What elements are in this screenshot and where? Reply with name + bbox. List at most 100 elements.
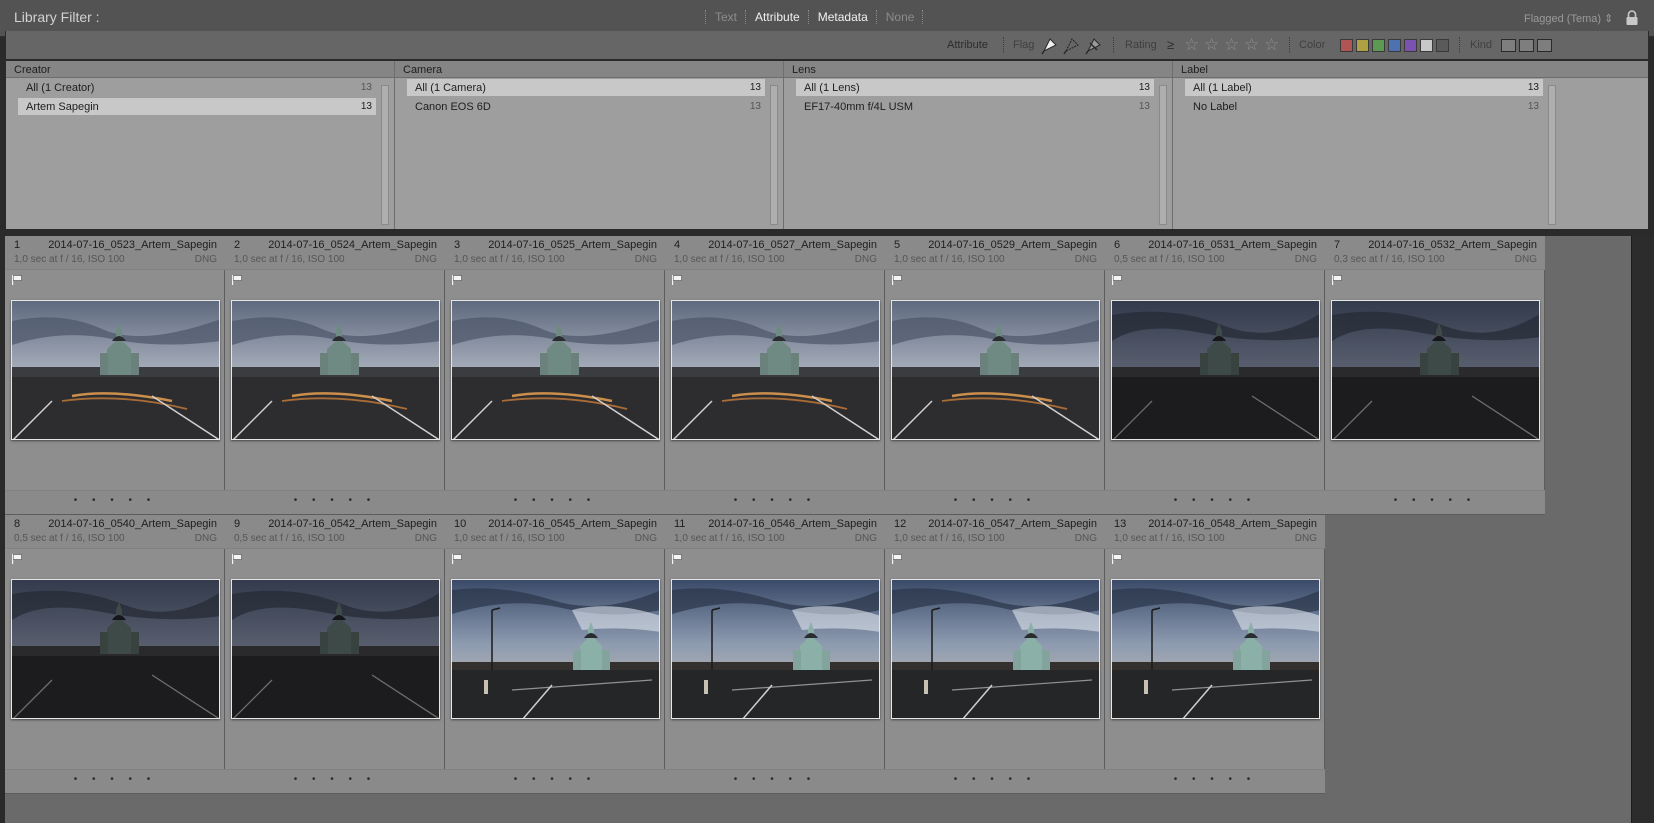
filter-mode-text[interactable]: Text	[715, 10, 737, 24]
scrollbar[interactable]	[381, 85, 389, 225]
flag-icon[interactable]	[1331, 274, 1343, 286]
rating-operator[interactable]: ≥	[1167, 37, 1174, 52]
rating-dots[interactable]: • • • • •	[665, 774, 885, 785]
photo-thumbnail[interactable]	[670, 579, 880, 719]
rejected-filter-icon[interactable]	[1084, 35, 1104, 55]
photo-thumbnail[interactable]	[670, 300, 880, 440]
rating-dots[interactable]: • • • • •	[1105, 495, 1325, 506]
rating-dots[interactable]: • • • • •	[225, 495, 445, 506]
color-swatch-custom[interactable]	[1420, 39, 1433, 52]
rating-dots[interactable]: • • • • •	[5, 774, 225, 785]
grid-cell[interactable]: 12 2014-07-16_0547_Artem_Sapegin 1,0 sec a…	[885, 515, 1105, 794]
list-item[interactable]: All (1 Camera) 13	[407, 79, 765, 96]
photo-thumbnail[interactable]	[450, 579, 660, 719]
rating-dots[interactable]: • • • • •	[5, 495, 225, 506]
kind-virtual-copies-icon[interactable]	[1519, 39, 1534, 52]
column-header[interactable]: Camera	[395, 61, 783, 78]
rating-star-5[interactable]: ☆	[1264, 35, 1279, 55]
column-header[interactable]: Label	[1173, 61, 1648, 78]
scrollbar[interactable]	[770, 85, 778, 225]
cell-footer: • • • • •	[5, 490, 225, 514]
flag-icon[interactable]	[11, 553, 23, 565]
color-swatch-red[interactable]	[1340, 39, 1353, 52]
list-item[interactable]: EF17-40mm f/4L USM 13	[796, 98, 1154, 115]
flag-icon[interactable]	[11, 274, 23, 286]
grid-cell[interactable]: 11 2014-07-16_0546_Artem_Sapegin 1,0 sec a…	[665, 515, 885, 794]
photo-thumbnail[interactable]	[890, 300, 1100, 440]
rating-dots[interactable]: • • • • •	[445, 774, 665, 785]
list-item[interactable]: Canon EOS 6D 13	[407, 98, 765, 115]
flag-icon[interactable]	[891, 274, 903, 286]
filter-mode-attribute[interactable]: Attribute	[755, 10, 800, 24]
rating-star-3[interactable]: ☆	[1224, 35, 1239, 55]
grid-cell[interactable]: 3 2014-07-16_0525_Artem_Sapegin 1,0 sec at…	[445, 236, 665, 515]
grid-scrollbar[interactable]	[1631, 236, 1654, 823]
scrollbar[interactable]	[1548, 85, 1556, 225]
grid-cell[interactable]: 6 2014-07-16_0531_Artem_Sapegin 0,5 sec at…	[1105, 236, 1325, 515]
flag-icon[interactable]	[1111, 553, 1123, 565]
color-swatch-blue[interactable]	[1388, 39, 1401, 52]
rating-dots[interactable]: • • • • •	[445, 495, 665, 506]
cell-footer: • • • • •	[885, 490, 1105, 514]
rating-star-2[interactable]: ☆	[1204, 35, 1219, 55]
rating-dots[interactable]: • • • • •	[885, 774, 1105, 785]
photo-thumbnail[interactable]	[1110, 579, 1320, 719]
mode-separator	[922, 10, 924, 24]
photo-thumbnail[interactable]	[230, 579, 440, 719]
filter-mode-none[interactable]: None	[886, 10, 915, 24]
photo-thumbnail[interactable]	[450, 300, 660, 440]
rating-dots[interactable]: • • • • •	[665, 495, 885, 506]
rating-dots[interactable]: • • • • •	[1325, 495, 1545, 506]
flag-icon[interactable]	[231, 274, 243, 286]
cell-footer: • • • • •	[1105, 490, 1325, 514]
list-item[interactable]: All (1 Creator) 13	[18, 79, 376, 96]
column-header[interactable]: Creator	[6, 61, 394, 78]
rating-star-4[interactable]: ☆	[1244, 35, 1259, 55]
flag-icon[interactable]	[671, 274, 683, 286]
list-item[interactable]: No Label 13	[1185, 98, 1543, 115]
color-swatch-yellow[interactable]	[1356, 39, 1369, 52]
photo-thumbnail[interactable]	[10, 579, 220, 719]
filter-mode-metadata[interactable]: Metadata	[818, 10, 868, 24]
grid-cell[interactable]: 7 2014-07-16_0532_Artem_Sapegin 0,3 sec at…	[1325, 236, 1545, 515]
photo-thumbnail[interactable]	[10, 300, 220, 440]
photo-thumbnail[interactable]	[230, 300, 440, 440]
color-swatch-purple[interactable]	[1404, 39, 1417, 52]
rating-star-1[interactable]: ☆	[1184, 35, 1199, 55]
kind-master-photos-icon[interactable]	[1501, 39, 1516, 52]
flag-icon[interactable]	[1111, 274, 1123, 286]
flag-icon[interactable]	[671, 553, 683, 565]
lock-icon[interactable]	[1625, 10, 1639, 26]
list-item[interactable]: All (1 Lens) 13	[796, 79, 1154, 96]
kind-videos-icon[interactable]	[1537, 39, 1552, 52]
color-swatch-none[interactable]	[1436, 39, 1449, 52]
grid-cell[interactable]: 5 2014-07-16_0529_Artem_Sapegin 1,0 sec at…	[885, 236, 1105, 515]
cell-footer: • • • • •	[885, 769, 1105, 793]
rating-dots[interactable]: • • • • •	[1105, 774, 1325, 785]
grid-cell[interactable]: 8 2014-07-16_0540_Artem_Sapegin 0,5 sec at…	[5, 515, 225, 794]
grid-cell[interactable]: 2 2014-07-16_0524_Artem_Sapegin 1,0 sec at…	[225, 236, 445, 515]
rating-dots[interactable]: • • • • •	[885, 495, 1105, 506]
unflagged-filter-icon[interactable]	[1062, 35, 1082, 55]
photo-thumbnail[interactable]	[1110, 300, 1320, 440]
grid-cell[interactable]: 13 2014-07-16_0548_Artem_Sapegin 1,0 sec a…	[1105, 515, 1325, 794]
color-swatch-green[interactable]	[1372, 39, 1385, 52]
flag-icon[interactable]	[891, 553, 903, 565]
flag-icon[interactable]	[451, 553, 463, 565]
list-item[interactable]: All (1 Label) 13	[1185, 79, 1543, 96]
rating-dots[interactable]: • • • • •	[225, 774, 445, 785]
grid-cell[interactable]: 1 2014-07-16_0523_Artem_Sapegin 1,0 sec at…	[5, 236, 225, 515]
flag-icon[interactable]	[231, 553, 243, 565]
photo-thumbnail[interactable]	[890, 579, 1100, 719]
photo-thumbnail[interactable]	[1330, 300, 1540, 440]
filter-preset-dropdown[interactable]: Flagged (Tema) ⇕	[1524, 12, 1613, 25]
grid-cell[interactable]: 10 2014-07-16_0545_Artem_Sapegin 1,0 sec a…	[445, 515, 665, 794]
column-header[interactable]: Lens	[784, 61, 1172, 78]
grid-cell[interactable]: 4 2014-07-16_0527_Artem_Sapegin 1,0 sec at…	[665, 236, 885, 515]
scrollbar[interactable]	[1159, 85, 1167, 225]
flag-icon[interactable]	[451, 274, 463, 286]
grid-cell[interactable]: 9 2014-07-16_0542_Artem_Sapegin 0,5 sec at…	[225, 515, 445, 794]
file-extension: DNG	[634, 254, 657, 265]
flagged-filter-icon[interactable]	[1040, 35, 1060, 55]
list-item[interactable]: Artem Sapegin 13	[18, 98, 376, 115]
